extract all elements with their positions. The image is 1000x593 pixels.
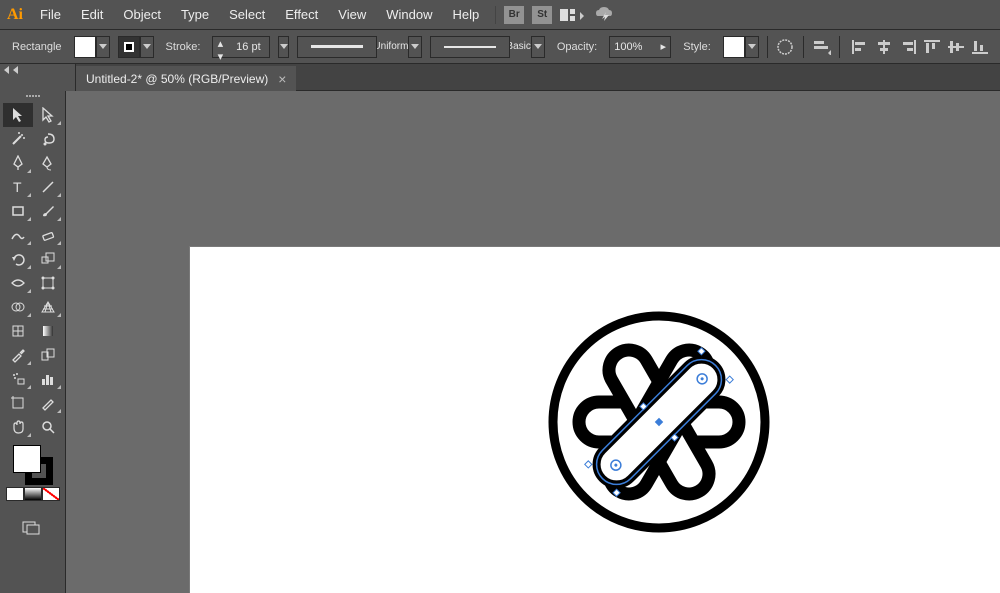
align-left-icon[interactable] [848,35,872,59]
scale-tool[interactable] [33,247,63,271]
artboard[interactable] [189,246,1000,593]
opacity-input[interactable]: 100% ▸ [609,36,671,58]
document-tab[interactable]: Untitled-2* @ 50% (RGB/Preview) × [76,66,296,91]
panel-collapse-button[interactable] [0,64,76,91]
magic-wand-tool[interactable] [3,127,33,151]
document-tab-title: Untitled-2* @ 50% (RGB/Preview) [86,72,268,86]
menu-help[interactable]: Help [442,0,489,29]
selection-tool[interactable] [3,103,33,127]
symbol-sprayer-tool[interactable] [3,367,33,391]
separator [803,36,804,58]
stroke-weight-input[interactable]: ▴▾ 16 pt [212,36,270,58]
perspective-grid-tool[interactable] [33,295,63,319]
lasso-tool[interactable] [33,127,63,151]
fill-stroke-swatch[interactable] [13,445,53,485]
gradient-tool[interactable] [33,319,63,343]
screen-mode-button[interactable] [19,519,47,537]
rectangle-tool[interactable] [3,199,33,223]
tools-panel: T [0,91,66,593]
gpu-perf-icon[interactable] [594,5,616,24]
fill-swatch[interactable] [74,36,96,58]
menu-edit[interactable]: Edit [71,0,113,29]
eraser-tool[interactable] [33,223,63,247]
color-mode-solid[interactable] [6,487,24,501]
menu-select[interactable]: Select [219,0,275,29]
rotate-tool[interactable] [3,247,33,271]
color-mode-gradient[interactable] [24,487,42,501]
control-bar: Rectangle Stroke: ▴▾ 16 pt Uniform Basic… [0,29,1000,64]
align-right-icon[interactable] [896,35,920,59]
align-top-icon[interactable] [920,35,944,59]
fill-swatch-dropdown[interactable] [96,36,110,58]
curvature-tool[interactable] [33,151,63,175]
pen-tool[interactable] [3,151,33,175]
brush-def-dropdown[interactable] [531,36,545,58]
stroke-weight-value: 16 pt [227,37,269,57]
menu-file[interactable]: File [30,0,71,29]
menu-type[interactable]: Type [171,0,219,29]
slice-tool[interactable] [33,391,63,415]
bridge-icon[interactable]: Br [504,6,524,24]
panel-grip-icon[interactable] [19,95,47,99]
align-vcenter-icon[interactable] [944,35,968,59]
paintbrush-tool[interactable] [33,199,63,223]
separator [839,36,840,58]
width-tool[interactable] [3,271,33,295]
arrange-docs-icon[interactable] [560,7,586,23]
stroke-swatch[interactable] [118,36,140,58]
menu-object[interactable]: Object [113,0,171,29]
zoom-tool[interactable] [33,415,63,439]
eyedropper-tool[interactable] [3,343,33,367]
width-profile[interactable] [297,36,377,58]
type-tool[interactable]: T [3,175,33,199]
opacity-label: Opacity: [553,41,601,53]
graphic-style-dropdown[interactable] [745,36,759,58]
width-profile-label: Uniform [373,41,408,52]
color-mode-none[interactable] [42,487,60,501]
graphic-style-swatch[interactable] [723,36,745,58]
stroke-label: Stroke: [162,41,205,53]
stroke-swatch-dropdown[interactable] [140,36,154,58]
align-panel-icon[interactable] [812,35,832,59]
line-tool[interactable] [33,175,63,199]
blend-tool[interactable] [33,343,63,367]
recolor-art-icon[interactable] [776,35,796,59]
hand-tool[interactable] [3,415,33,439]
stock-icon[interactable]: St [532,6,552,24]
separator [495,6,496,24]
align-hcenter-icon[interactable] [872,35,896,59]
shaper-tool[interactable] [3,223,33,247]
menu-view[interactable]: View [328,0,376,29]
separator [767,36,768,58]
tabstrip-bg [296,64,1000,91]
app-logo-icon: Ai [0,0,30,29]
document-tab-strip: Untitled-2* @ 50% (RGB/Preview) × [0,64,1000,91]
mesh-tool[interactable] [3,319,33,343]
menu-effect[interactable]: Effect [275,0,328,29]
column-graph-tool[interactable] [33,367,63,391]
menu-bar: Ai File Edit Object Type Select Effect V… [0,0,1000,29]
shape-name-label: Rectangle [8,41,66,53]
shape-builder-tool[interactable] [3,295,33,319]
free-transform-tool[interactable] [33,271,63,295]
style-label: Style: [679,41,715,53]
direct-selection-tool[interactable] [33,103,63,127]
canvas-area[interactable] [66,91,1000,593]
svg-text:T: T [13,180,22,194]
brush-def[interactable] [430,36,510,58]
stroke-weight-dropdown[interactable] [278,36,289,58]
artboard-tool[interactable] [3,391,33,415]
artwork[interactable] [546,309,772,535]
align-buttons [848,35,992,59]
width-profile-dropdown[interactable] [408,36,422,58]
align-bottom-icon[interactable] [968,35,992,59]
close-tab-icon[interactable]: × [278,71,286,87]
menu-window[interactable]: Window [376,0,442,29]
